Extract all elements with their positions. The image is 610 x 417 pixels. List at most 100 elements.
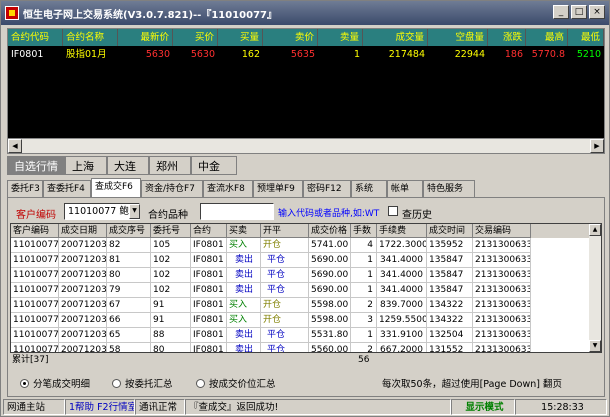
- radio-by-order-label: 按委托汇总: [125, 379, 173, 390]
- table-header-cell[interactable]: 合约: [191, 224, 227, 238]
- close-button[interactable]: ×: [589, 5, 605, 19]
- table-cell: 667.2000: [377, 343, 427, 352]
- scroll-left-icon[interactable]: ◀: [8, 139, 22, 153]
- quote-header-cell[interactable]: 最新价: [118, 29, 173, 46]
- table-header-cell[interactable]: 开平: [261, 224, 309, 238]
- table-header-cell[interactable]: 委托号: [151, 224, 191, 238]
- table-cell: 132504: [427, 328, 473, 343]
- tab-place-order[interactable]: 委托F3: [7, 180, 43, 197]
- radio-by-trade-label: 分笔成交明细: [33, 379, 91, 390]
- history-checkbox[interactable]: [388, 206, 398, 216]
- main-window: 恒生电子网上交易系统(V3.0.7.821)--『11010077』 _ □ ×…: [0, 0, 610, 417]
- table-cell: 1722.3000: [377, 238, 427, 253]
- table-cell: IF0801: [191, 283, 227, 298]
- market-tab-bar: 自选行情 上海 大连 郑州 中金: [7, 156, 605, 176]
- table-header-cell[interactable]: 手数: [351, 224, 377, 238]
- table-cell: 4: [351, 238, 377, 253]
- tab-cffex[interactable]: 中金: [191, 156, 237, 175]
- tab-preset-orders[interactable]: 预埋单F9: [253, 180, 303, 197]
- quote-header-cell[interactable]: 最低: [568, 29, 604, 46]
- table-header-cell[interactable]: 成交日期: [59, 224, 107, 238]
- table-header-cell[interactable]: 买卖: [227, 224, 261, 238]
- table-row[interactable]: 11010077 20071203 80 102 IF0801 卖出 平仓 5690.00 1 3…: [11, 268, 589, 283]
- tab-dalian[interactable]: 大连: [107, 156, 149, 175]
- radio-selected-icon: [20, 379, 29, 388]
- table-header-cell[interactable]: 成交价格: [309, 224, 351, 238]
- table-cell: 平仓: [261, 283, 309, 298]
- tab-system[interactable]: 系统: [351, 180, 387, 197]
- table-cell: 80: [107, 268, 151, 283]
- quote-low: 5210: [576, 49, 601, 60]
- table-header-cell[interactable]: 交易编码: [473, 224, 531, 238]
- tab-special-services[interactable]: 特色服务: [423, 180, 475, 197]
- quote-header-cell[interactable]: 卖价: [263, 29, 318, 46]
- table-cell: 1: [351, 283, 377, 298]
- quote-header-cell[interactable]: 最高: [526, 29, 568, 46]
- title-bar[interactable]: 恒生电子网上交易系统(V3.0.7.821)--『11010077』 _ □ ×: [1, 1, 609, 25]
- table-row[interactable]: 11010077 20071203 58 80 IF0801 卖出 平仓 5560.00 2 66…: [11, 343, 589, 352]
- quote-code: IF0801: [11, 49, 44, 60]
- function-tab-bar: 委托F3 查委托F4 查成交F6 资金/持仓F7 查流水F8 预埋单F9 密码F…: [7, 178, 605, 197]
- table-cell: IF0801: [191, 238, 227, 253]
- tab-watchlist[interactable]: 自选行情: [7, 156, 65, 175]
- scroll-right-icon[interactable]: ▶: [590, 139, 604, 153]
- table-cell: 135847: [427, 253, 473, 268]
- tab-query-orders[interactable]: 查委托F4: [43, 180, 91, 197]
- radio-by-price[interactable]: 按成交价位汇总: [196, 376, 276, 390]
- radio-by-trade[interactable]: 分笔成交明细: [20, 376, 90, 390]
- table-header-cell[interactable]: 客户编码: [11, 224, 59, 238]
- table-row[interactable]: 11010077 20071203 67 91 IF0801 买入 开仓 5598.00 2 83…: [11, 298, 589, 313]
- quote-volume: 217484: [388, 49, 425, 60]
- maximize-button[interactable]: □: [571, 5, 587, 19]
- tab-query-trades[interactable]: 查成交F6: [91, 178, 141, 197]
- table-cell: 91: [151, 313, 191, 328]
- table-cell: 81: [107, 253, 151, 268]
- quote-header-cell[interactable]: 合约名称: [63, 29, 118, 46]
- contract-input[interactable]: [200, 203, 274, 220]
- table-row[interactable]: 11010077 20071203 66 91 IF0801 买入 开仓 5598.00 3 12…: [11, 313, 589, 328]
- quote-horizontal-scrollbar[interactable]: ◀ ▶: [8, 138, 604, 153]
- tab-shanghai[interactable]: 上海: [65, 156, 107, 175]
- table-vertical-scrollbar[interactable]: ▲ ▼: [589, 224, 601, 352]
- minimize-button[interactable]: _: [553, 5, 569, 19]
- table-cell: 11010077: [11, 298, 59, 313]
- chevron-down-icon[interactable]: ▼: [129, 204, 140, 219]
- status-help[interactable]: 1帮助 F2行情室: [65, 399, 135, 415]
- table-row[interactable]: 11010077 20071203 82 105 IF0801 买入 开仓 5741.00 4 1…: [11, 238, 589, 253]
- tab-password[interactable]: 密码F12: [303, 180, 351, 197]
- table-row[interactable]: 11010077 20071203 79 102 IF0801 卖出 平仓 5690.00 1 3…: [11, 283, 589, 298]
- scroll-down-icon[interactable]: ▼: [589, 340, 601, 352]
- quote-header-cell[interactable]: 成交量: [363, 29, 428, 46]
- table-cell: IF0801: [191, 253, 227, 268]
- tab-query-ledger[interactable]: 查流水F8: [203, 180, 253, 197]
- status-station[interactable]: 网通主站: [3, 399, 65, 415]
- table-header-cell[interactable]: 手续费: [377, 224, 427, 238]
- quote-header-cell[interactable]: 买价: [173, 29, 218, 46]
- table-cell: 131552: [427, 343, 473, 352]
- table-row[interactable]: 11010077 20071203 81 102 IF0801 卖出 平仓 5690.00 1 3…: [11, 253, 589, 268]
- quote-row[interactable]: IF0801 股指01月 5630 5630 162 5635 1 217484…: [8, 46, 604, 63]
- table-cell: 88: [151, 328, 191, 343]
- quote-header-cell[interactable]: 空盘量: [428, 29, 488, 46]
- paging-hint: 每次取50条，超过使用[Page Down] 翻页: [382, 379, 562, 390]
- quote-header-cell[interactable]: 卖量: [318, 29, 363, 46]
- scroll-up-icon[interactable]: ▲: [589, 224, 601, 236]
- table-row[interactable]: 11010077 20071203 65 88 IF0801 卖出 平仓 5531.80 1 33…: [11, 328, 589, 343]
- trade-query-panel: 客户编码 11010077 鲍蛋 ▼ 合约品种 输入代码或者品种,如:WT 查历…: [7, 197, 605, 397]
- table-cell: 5598.00: [309, 313, 351, 328]
- tab-statement[interactable]: 帐单: [387, 180, 423, 197]
- table-cell: 2: [351, 298, 377, 313]
- tab-funds-positions[interactable]: 资金/持仓F7: [141, 180, 203, 197]
- table-cell: 卖出: [227, 268, 261, 283]
- table-header-cell[interactable]: 成交时间: [427, 224, 473, 238]
- table-cell: IF0801: [191, 268, 227, 283]
- quote-bid-price: 5630: [190, 49, 215, 60]
- quote-header-cell[interactable]: 合约代码: [8, 29, 63, 46]
- status-display-mode[interactable]: 显示模式: [451, 399, 515, 415]
- table-header-cell[interactable]: 成交序号: [107, 224, 151, 238]
- quote-header-cell[interactable]: 涨跌: [488, 29, 526, 46]
- radio-by-order[interactable]: 按委托汇总: [112, 376, 173, 390]
- quote-header-cell[interactable]: 买量: [218, 29, 263, 46]
- status-connection: 通讯正常: [135, 399, 185, 415]
- tab-zhengzhou[interactable]: 郑州: [149, 156, 191, 175]
